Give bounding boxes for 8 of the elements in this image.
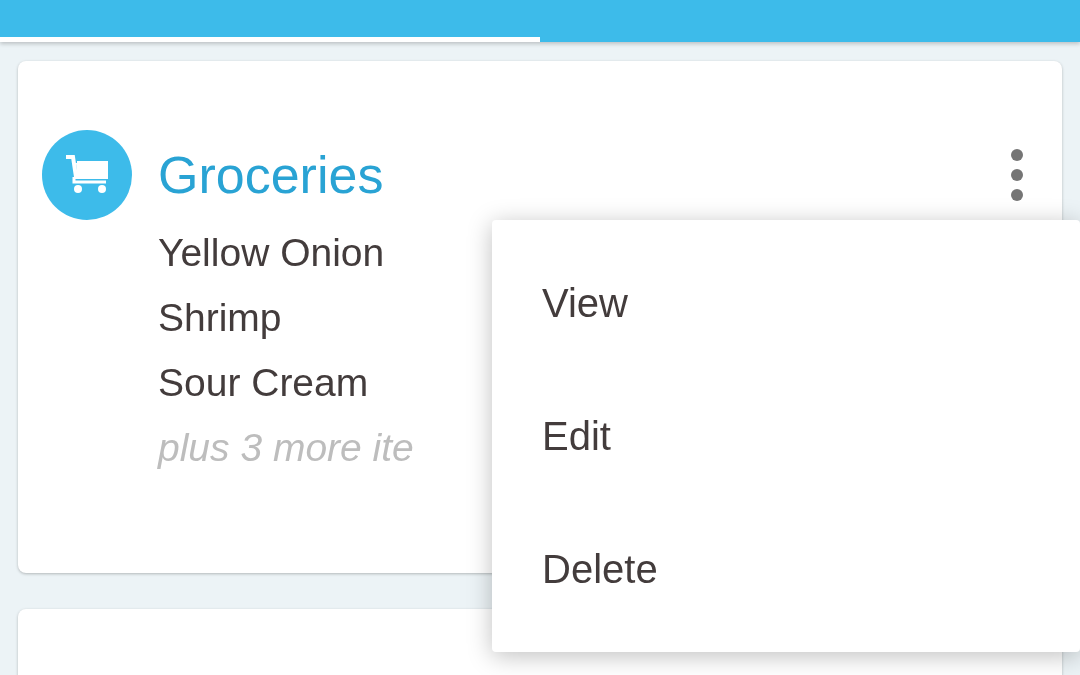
list-item: Sour Cream [158,360,369,406]
menu-item[interactable]: View [492,253,678,353]
menu-item[interactable]: Delete [492,519,708,619]
card-title: Groceries [158,145,384,206]
menu-item[interactable]: Edit [492,386,661,486]
list-item: Yellow Onion [158,230,385,276]
more-items-note: plus 3 more ite [158,425,414,471]
list-item: Shrimp [158,295,282,341]
